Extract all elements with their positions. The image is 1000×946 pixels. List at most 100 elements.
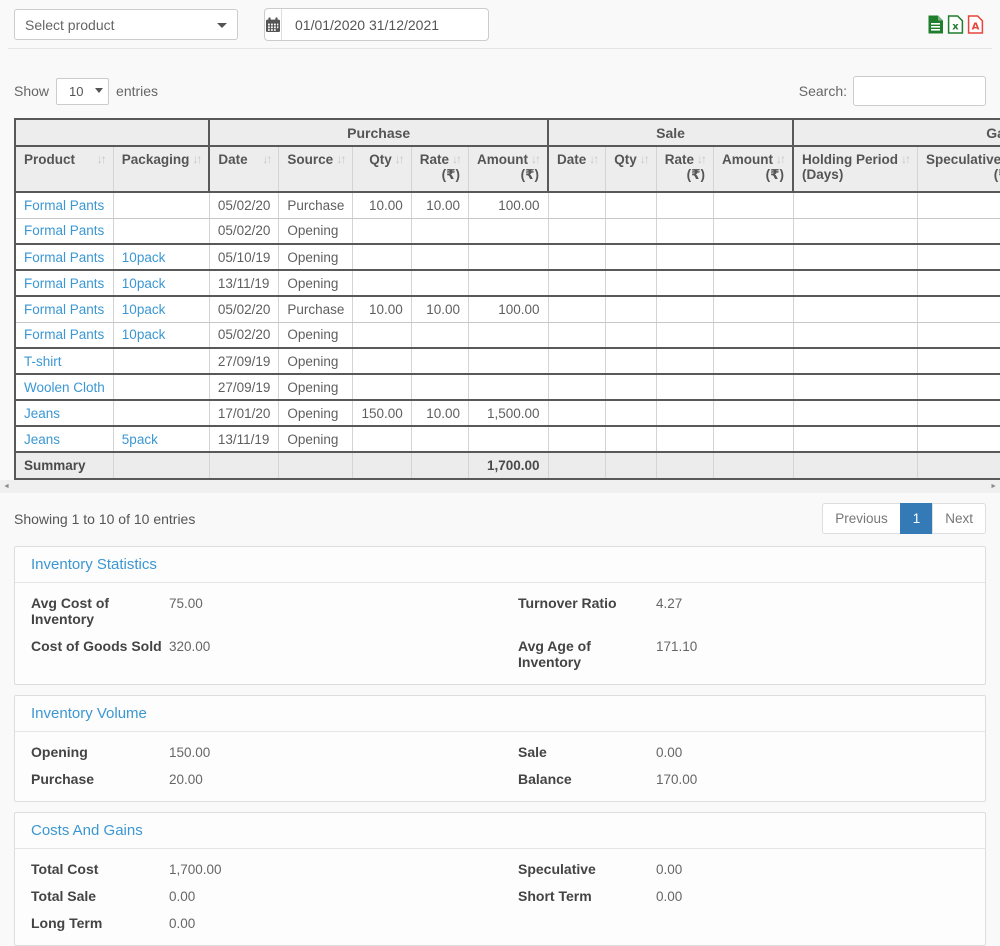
export-csv-button[interactable] <box>927 15 944 34</box>
packaging-link[interactable]: 10pack <box>122 302 166 317</box>
chevron-down-icon <box>217 23 227 28</box>
cell-p_qty: 150.00 <box>353 400 411 426</box>
cell-speculative <box>918 270 1000 296</box>
packaging-link[interactable]: 5pack <box>122 432 158 447</box>
cell-product: Formal Pants <box>15 218 113 244</box>
product-link[interactable]: Woolen Cloth <box>24 380 105 395</box>
page-length-select[interactable]: 10 <box>56 78 109 105</box>
packaging-link[interactable]: 10pack <box>122 276 166 291</box>
col-header-p_date[interactable]: Date↓↑ <box>209 146 279 192</box>
calendar-addon[interactable] <box>265 9 282 40</box>
cell-s_amount <box>714 348 794 374</box>
product-link[interactable]: T-shirt <box>24 354 62 369</box>
table-row: Woolen Cloth27/09/19Opening <box>15 374 1000 400</box>
page-1-button[interactable]: 1 <box>900 503 934 534</box>
cell-p_rate: 10.00 <box>411 192 468 218</box>
cell-p_source: Purchase <box>279 296 353 322</box>
col-header-s_amount[interactable]: Amount↓↑(₹) <box>714 146 794 192</box>
stat-label: Cost of Goods Sold <box>31 638 169 654</box>
stat-value: 1,700.00 <box>169 862 222 877</box>
col-header-speculative[interactable]: Speculative↓↑(₹) <box>918 146 1000 192</box>
product-link[interactable]: Jeans <box>24 432 60 447</box>
stat-item: Sale0.00 <box>500 744 969 760</box>
table-row: T-shirt27/09/19Opening <box>15 348 1000 374</box>
col-header-holding[interactable]: Holding Period↓↑(Days) <box>793 146 918 192</box>
cell-s_qty <box>606 244 657 270</box>
product-link[interactable]: Formal Pants <box>24 327 104 342</box>
panel-body: Total Cost1,700.00Speculative0.00Total S… <box>15 849 985 945</box>
cell-s_rate <box>656 374 713 400</box>
col-header-s_rate[interactable]: Rate↓↑(₹) <box>656 146 713 192</box>
product-link[interactable]: Formal Pants <box>24 276 104 291</box>
export-pdf-button[interactable]: A <box>967 15 984 34</box>
summary-cell-packaging <box>113 452 209 479</box>
cell-packaging: 5pack <box>113 426 209 452</box>
cell-p_source: Opening <box>279 270 353 296</box>
date-range-widget[interactable] <box>264 8 489 41</box>
product-link[interactable]: Formal Pants <box>24 223 104 238</box>
csv-file-icon <box>927 15 944 34</box>
cell-s_qty <box>606 374 657 400</box>
product-link[interactable]: Formal Pants <box>24 250 104 265</box>
product-link[interactable]: Formal Pants <box>24 198 104 213</box>
col-header-p_amount[interactable]: Amount↓↑(₹) <box>469 146 549 192</box>
col-header-product[interactable]: Product↓↑ <box>15 146 113 192</box>
previous-button[interactable]: Previous <box>822 503 901 534</box>
packaging-link[interactable]: 10pack <box>122 250 166 265</box>
panel-title: Inventory Statistics <box>31 556 157 573</box>
cell-speculative <box>918 296 1000 322</box>
product-link[interactable]: Formal Pants <box>24 302 104 317</box>
cell-p_date: 13/11/19 <box>209 426 279 452</box>
summary-cell-speculative <box>918 452 1000 479</box>
calendar-icon <box>265 17 281 33</box>
summary-cell-p_date <box>209 452 279 479</box>
cell-p_rate <box>411 322 468 348</box>
cell-p_source: Opening <box>279 426 353 452</box>
sort-icon: ↓↑ <box>452 152 460 166</box>
stat-value: 171.10 <box>656 639 697 654</box>
cell-p_qty <box>353 374 411 400</box>
col-header-p_qty[interactable]: Qty↓↑ <box>353 146 411 192</box>
cell-s_qty <box>606 400 657 426</box>
cell-p_qty <box>353 270 411 296</box>
col-header-p_source[interactable]: Source↓↑ <box>279 146 353 192</box>
panel-header: Costs And Gains <box>15 813 985 849</box>
stat-item: Cost of Goods Sold320.00 <box>31 638 500 670</box>
cell-speculative <box>918 244 1000 270</box>
date-range-input[interactable] <box>282 9 489 40</box>
product-select[interactable]: Select product <box>14 9 238 40</box>
column-header-row: Product↓↑Packaging↓↑Date↓↑Source↓↑Qty↓↑R… <box>15 146 1000 192</box>
table-row: Formal Pants05/02/20Purchase10.0010.0010… <box>15 192 1000 218</box>
cell-s_qty <box>606 348 657 374</box>
cell-packaging <box>113 348 209 374</box>
stat-value: 20.00 <box>169 772 203 787</box>
sort-icon: ↓↑ <box>901 152 909 166</box>
scroll-right-arrow-icon[interactable]: ► <box>990 483 997 490</box>
table-hscrollbar[interactable]: ◄ ► <box>0 480 1000 493</box>
search-input[interactable] <box>853 76 986 106</box>
col-header-s_qty[interactable]: Qty↓↑ <box>606 146 657 192</box>
scroll-left-arrow-icon[interactable]: ◄ <box>3 483 10 490</box>
cell-p_qty <box>353 348 411 374</box>
product-link[interactable]: Jeans <box>24 406 60 421</box>
cell-product: Formal Pants <box>15 322 113 348</box>
export-excel-button[interactable]: x <box>947 15 964 34</box>
cell-p_qty <box>353 322 411 348</box>
cell-p_date: 05/02/20 <box>209 296 279 322</box>
cell-p_date: 27/09/19 <box>209 374 279 400</box>
cell-s_amount <box>714 400 794 426</box>
stat-item: Short Term0.00 <box>500 888 969 904</box>
col-header-s_date[interactable]: Date↓↑ <box>548 146 606 192</box>
stat-item: Turnover Ratio4.27 <box>500 595 969 627</box>
stat-label: Turnover Ratio <box>518 595 656 611</box>
stat-value: 0.00 <box>656 889 682 904</box>
cell-product: T-shirt <box>15 348 113 374</box>
packaging-link[interactable]: 10pack <box>122 327 166 342</box>
cell-holding <box>793 270 918 296</box>
next-button[interactable]: Next <box>932 503 986 534</box>
search-label: Search: <box>799 83 847 99</box>
col-header-packaging[interactable]: Packaging↓↑ <box>113 146 209 192</box>
inventory-table: PurchaseSaleGainsProduct↓↑Packaging↓↑Dat… <box>14 118 1000 480</box>
col-header-p_rate[interactable]: Rate↓↑(₹) <box>411 146 468 192</box>
panel-inventory-statistics: Inventory StatisticsAvg Cost of Inventor… <box>14 546 986 685</box>
